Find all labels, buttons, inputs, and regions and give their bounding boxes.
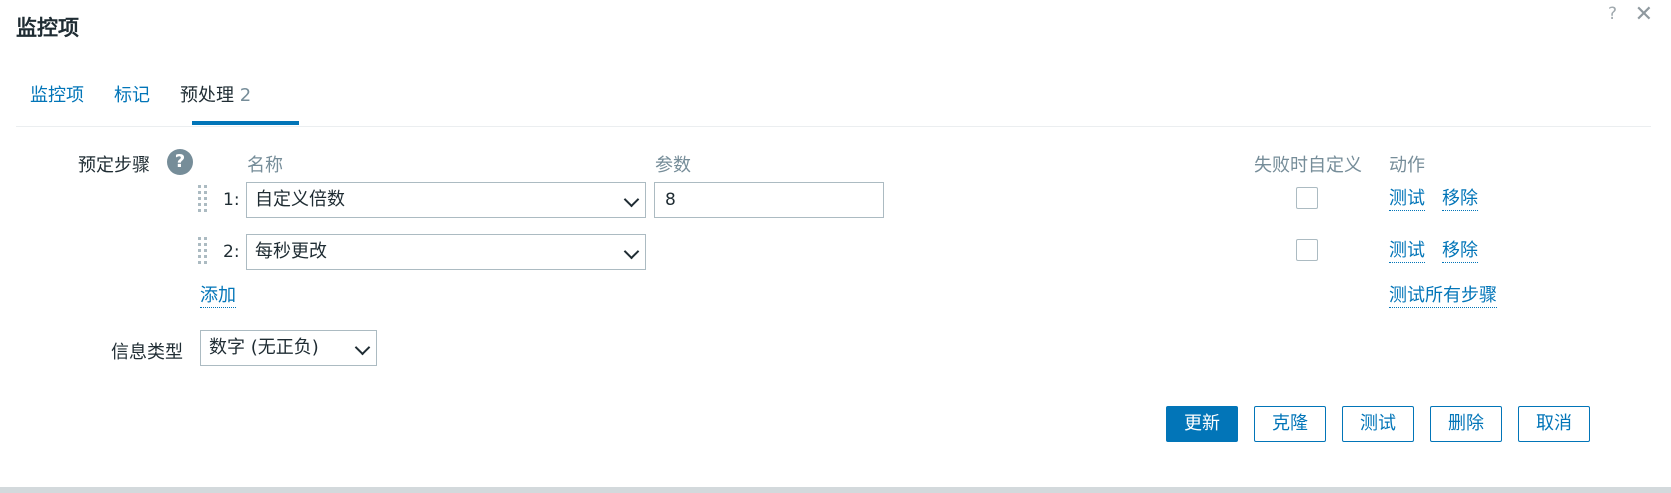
test-button[interactable]: 测试 [1342, 406, 1414, 442]
column-header-name: 名称 [247, 155, 283, 176]
custom-on-fail-checkbox[interactable] [1296, 187, 1318, 209]
tab-preprocessing-count: 2 [239, 85, 252, 106]
test-all-steps-link[interactable]: 测试所有步骤 [1389, 285, 1497, 308]
drag-handle-icon[interactable] [198, 185, 210, 215]
preprocessing-steps-label: 预定步骤 [78, 155, 150, 176]
info-type-label: 信息类型 [111, 342, 183, 363]
drag-handle-icon[interactable] [198, 237, 210, 267]
update-button[interactable]: 更新 [1166, 406, 1238, 442]
step-type-value: 每秒更改 [255, 241, 327, 262]
tab-item[interactable]: 监控项 [30, 82, 84, 122]
close-icon[interactable]: ✕ [1635, 2, 1653, 27]
help-icon[interactable]: ? [1608, 4, 1617, 24]
column-header-custom-on-fail: 失败时自定义 [1254, 155, 1362, 176]
tab-preprocessing-label: 预处理 [180, 85, 234, 106]
test-step-link[interactable]: 测试 [1389, 240, 1425, 263]
question-circle-icon[interactable]: ? [167, 149, 193, 175]
dialog-bottom-edge [0, 487, 1671, 493]
remove-step-link[interactable]: 移除 [1442, 240, 1478, 263]
step-type-value: 自定义倍数 [255, 189, 345, 210]
column-header-actions: 动作 [1389, 155, 1425, 176]
delete-button[interactable]: 删除 [1430, 406, 1502, 442]
dialog-title: 监控项 [16, 16, 79, 40]
step-type-select[interactable]: 自定义倍数 [246, 182, 646, 218]
tab-tags-label: 标记 [114, 85, 150, 106]
item-edit-dialog: 监控项 ? ✕ 监控项 标记 预处理 2 预定步骤 ? 名称 参数 失败时自定义… [0, 0, 1671, 487]
clone-button[interactable]: 克隆 [1254, 406, 1326, 442]
step-number: 2: [223, 242, 240, 262]
custom-on-fail-checkbox[interactable] [1296, 239, 1318, 261]
tab-tags[interactable]: 标记 [114, 82, 150, 122]
info-type-select[interactable]: 数字 (无正负) [200, 330, 377, 366]
step-type-select[interactable]: 每秒更改 [246, 234, 646, 270]
tab-preprocessing[interactable]: 预处理 2 [180, 82, 251, 122]
chevron-down-icon [623, 191, 640, 208]
add-step-link[interactable]: 添加 [200, 285, 236, 308]
step-number: 1: [223, 190, 240, 210]
active-tab-indicator [192, 121, 299, 125]
tab-item-label: 监控项 [30, 85, 84, 106]
test-step-link[interactable]: 测试 [1389, 188, 1425, 211]
cancel-button[interactable]: 取消 [1518, 406, 1590, 442]
column-header-params: 参数 [655, 155, 691, 176]
tab-bar: 监控项 标记 预处理 2 [16, 82, 1651, 127]
chevron-down-icon [623, 243, 640, 260]
remove-step-link[interactable]: 移除 [1442, 188, 1478, 211]
step-param-input[interactable]: 8 [654, 182, 884, 218]
chevron-down-icon [354, 339, 371, 356]
info-type-value: 数字 (无正负) [209, 337, 319, 358]
